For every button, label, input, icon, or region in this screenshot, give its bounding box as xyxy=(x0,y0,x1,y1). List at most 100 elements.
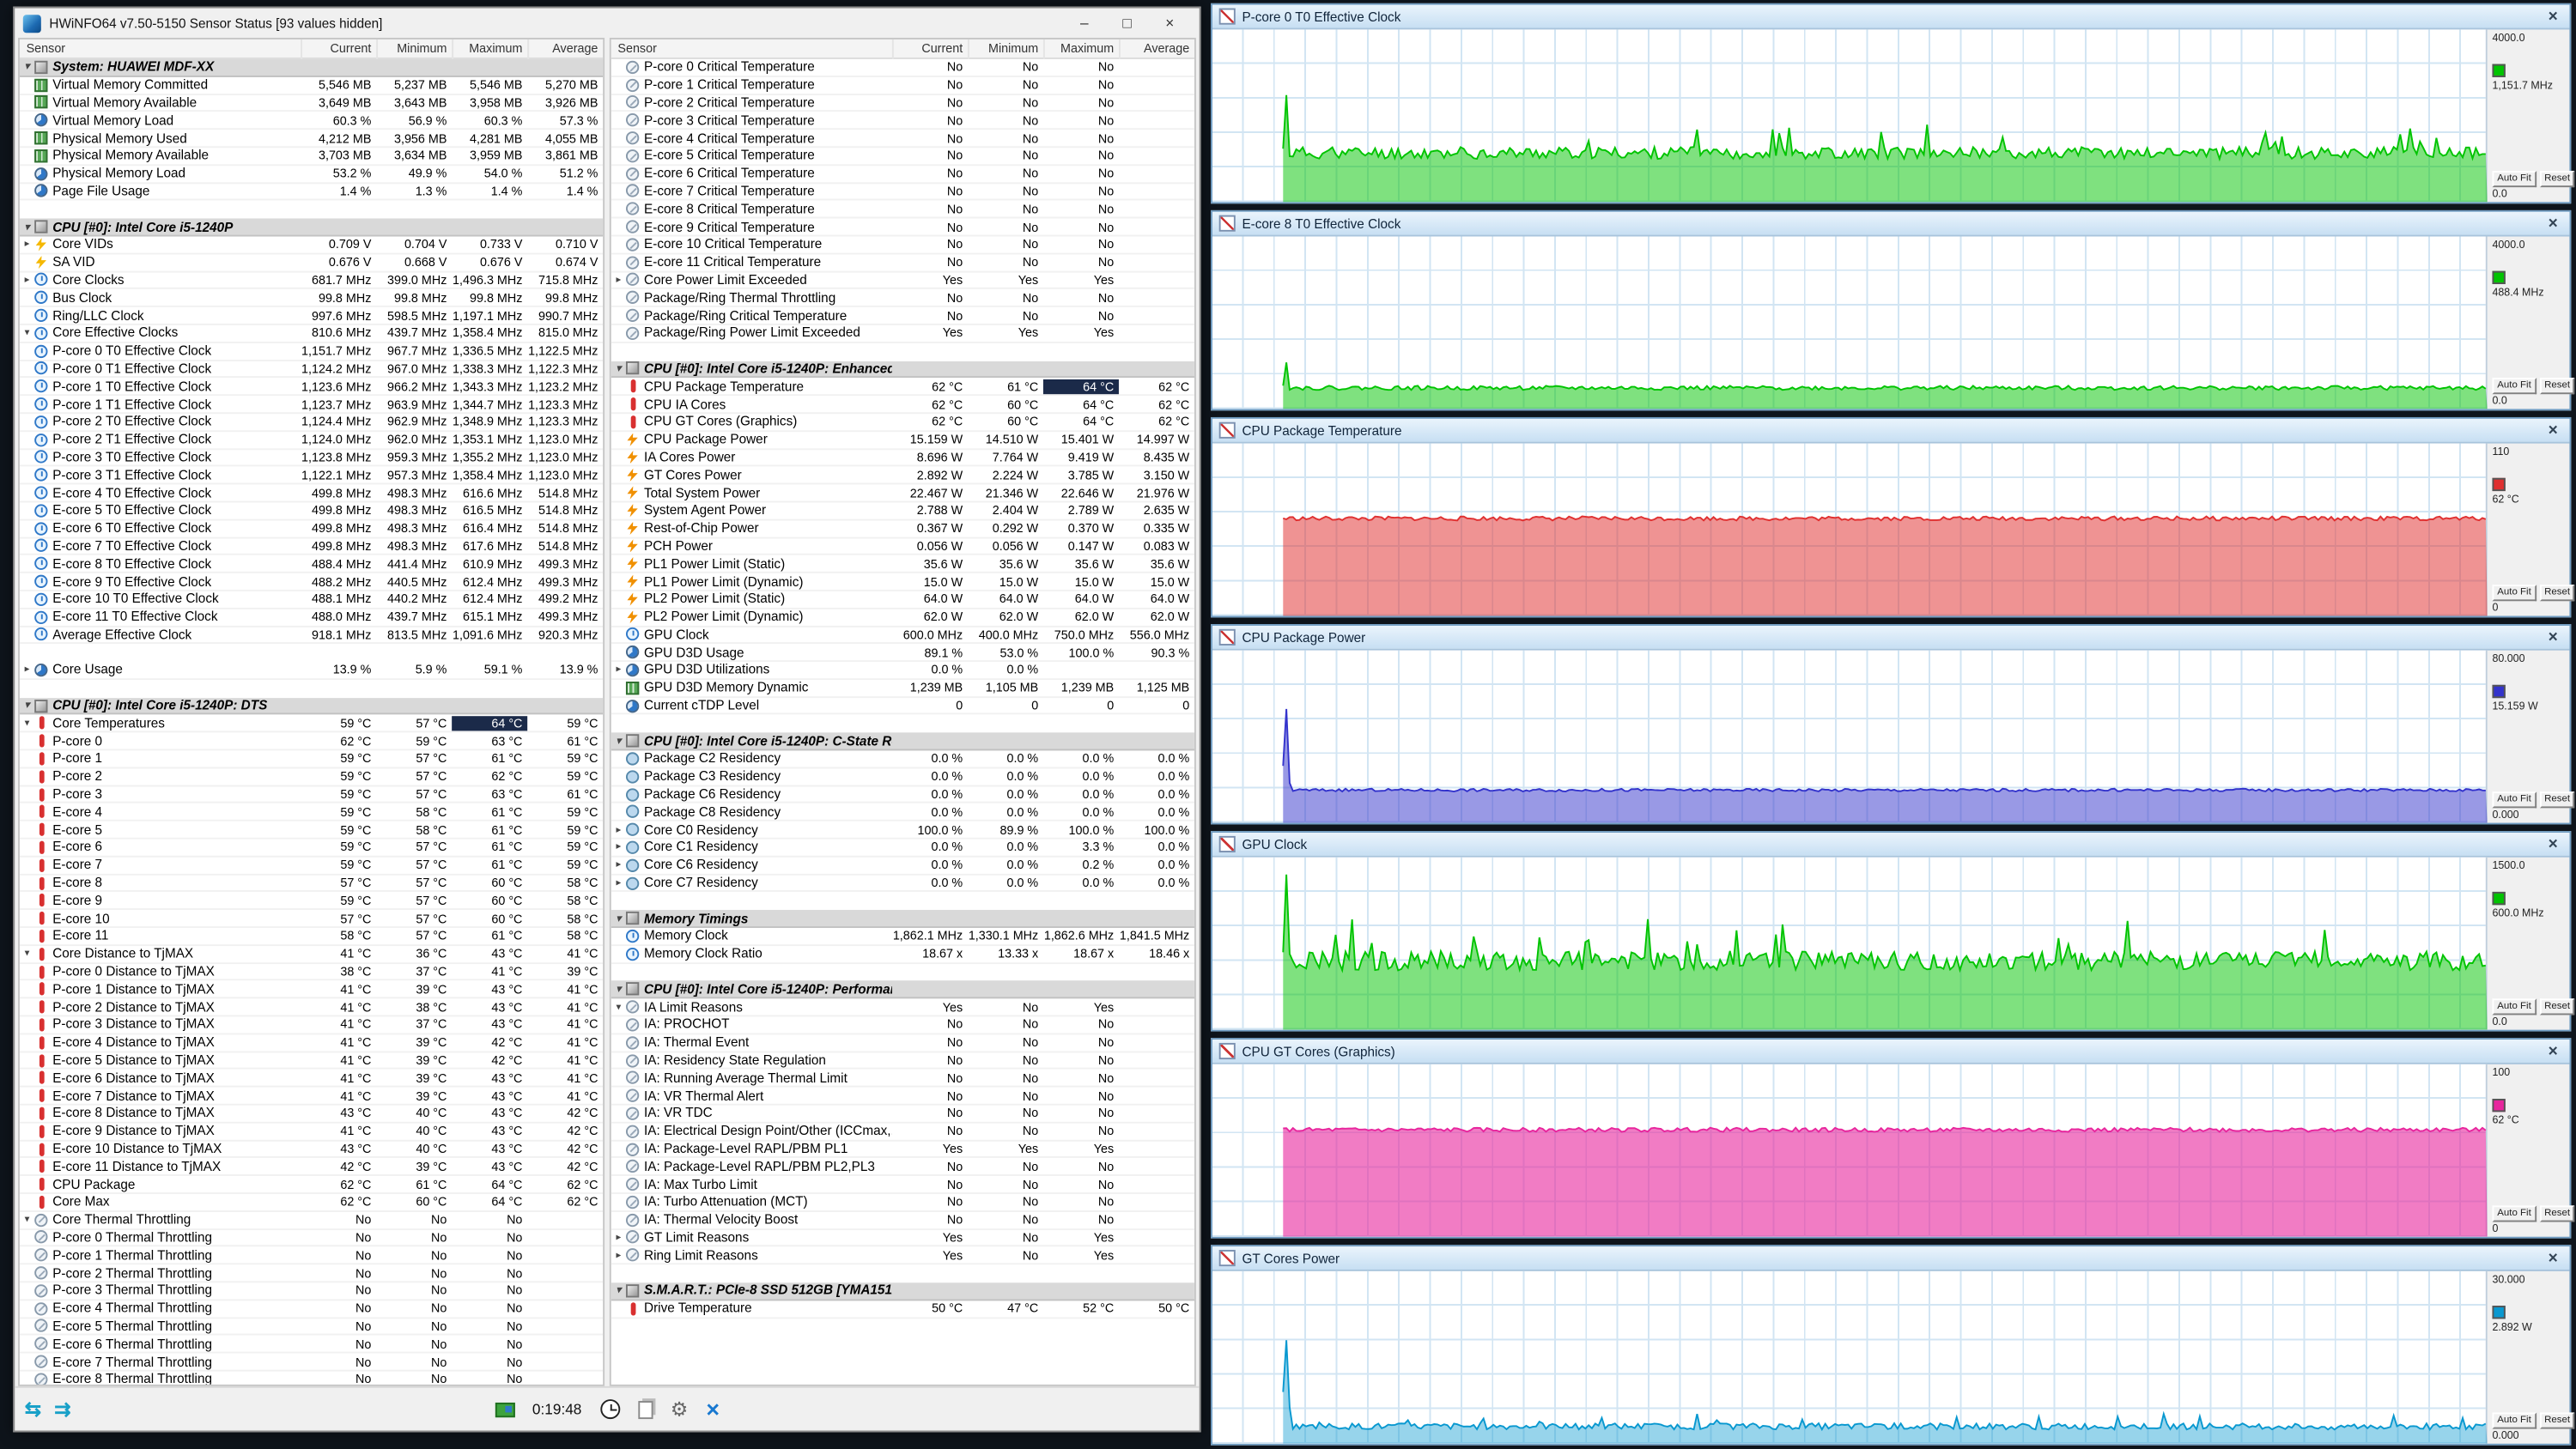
sensor-row[interactable]: E-core 11 Critical TemperatureNoNoNo xyxy=(611,254,1194,272)
sensor-row[interactable]: Current cTDP Level0000 xyxy=(611,698,1194,716)
clock-icon[interactable] xyxy=(599,1399,619,1419)
minimize-icon[interactable]: – xyxy=(1063,10,1106,35)
sensor-row[interactable]: Package C8 Residency0.0 %0.0 %0.0 %0.0 % xyxy=(611,804,1194,822)
section-row[interactable]: ▾Memory Timings xyxy=(611,910,1194,928)
reset-button[interactable]: Reset xyxy=(2539,1205,2574,1222)
sensor-row[interactable]: IA: Package-Level RAPL/PBM PL2,PL3NoNoNo xyxy=(611,1159,1194,1177)
collapse-icon[interactable]: ▾ xyxy=(20,221,34,232)
sensor-row[interactable]: P-core 0 Critical TemperatureNoNoNo xyxy=(611,59,1194,77)
sensor-row[interactable]: ▸Core C6 Residency0.0 %0.0 %0.2 %0.0 % xyxy=(611,857,1194,875)
sensor-row[interactable]: IA: Running Average Thermal LimitNoNoNo xyxy=(611,1070,1194,1088)
section-row[interactable]: ▾CPU [#0]: Intel Core i5-1240P: DTS xyxy=(20,698,603,716)
close-icon[interactable]: × xyxy=(2543,628,2563,646)
section-row[interactable]: ▾CPU [#0]: Intel Core i5-1240P xyxy=(20,219,603,237)
expand-icon[interactable]: ▸ xyxy=(20,664,34,676)
reset-button[interactable]: Reset xyxy=(2539,378,2574,394)
sensor-row[interactable]: P-core 2 T1 Effective Clock1,124.0 MHz96… xyxy=(20,432,603,450)
sensor-row[interactable]: P-core 1 Distance to TjMAX41 °C39 °C43 °… xyxy=(20,981,603,999)
sensor-row[interactable]: E-core 10 Critical TemperatureNoNoNo xyxy=(611,236,1194,254)
sensor-row[interactable]: ▸Ring Limit ReasonsYesNoYes xyxy=(611,1247,1194,1265)
sensor-row[interactable]: E-core 659 °C57 °C61 °C59 °C xyxy=(20,840,603,858)
close-icon[interactable]: × xyxy=(2543,1042,2563,1060)
sensor-row[interactable]: ▸Core Power Limit ExceededYesYesYes xyxy=(611,272,1194,290)
sensor-row[interactable]: E-core 4 Thermal ThrottlingNoNoNo xyxy=(20,1300,603,1319)
sensor-row[interactable]: E-core 7 T0 Effective Clock499.8 MHz498.… xyxy=(20,538,603,556)
column-header-minimum[interactable]: Minimum xyxy=(376,39,452,58)
expand-icon[interactable]: ▸ xyxy=(611,1250,626,1261)
sensor-row[interactable]: E-core 9 T0 Effective Clock488.2 MHz440.… xyxy=(20,573,603,591)
sensor-row[interactable]: GT Cores Power2.892 W2.224 W3.785 W3.150… xyxy=(611,467,1194,485)
expand-icon[interactable]: ▸ xyxy=(611,274,626,285)
sensor-row[interactable]: GPU D3D Memory Dynamic1,239 MB1,105 MB1,… xyxy=(611,680,1194,698)
sensor-row[interactable]: GPU D3D Usage89.1 %53.0 %100.0 %90.3 % xyxy=(611,645,1194,663)
sensor-row[interactable]: Package/Ring Critical TemperatureNoNoNo xyxy=(611,307,1194,325)
sensor-row[interactable]: E-core 9 Critical TemperatureNoNoNo xyxy=(611,219,1194,237)
sensor-row[interactable]: IA: Package-Level RAPL/PBM PL1YesYesYes xyxy=(611,1141,1194,1159)
sensor-row[interactable]: IA: Turbo Attenuation (MCT)NoNoNo xyxy=(611,1194,1194,1212)
window-titlebar[interactable]: HWiNFO64 v7.50-5150 Sensor Status [93 va… xyxy=(15,9,1199,38)
sensor-row[interactable]: P-core 0 Thermal ThrottlingNoNoNo xyxy=(20,1229,603,1247)
sensor-row[interactable]: E-core 10 Distance to TjMAX43 °C40 °C43 … xyxy=(20,1141,603,1159)
sensor-row[interactable]: E-core 1057 °C57 °C60 °C58 °C xyxy=(20,910,603,928)
sensor-row[interactable]: P-core 1 Critical TemperatureNoNoNo xyxy=(611,77,1194,95)
graph-titlebar[interactable]: CPU GT Cores (Graphics)× xyxy=(1212,1040,2569,1064)
nav-previous-icon[interactable]: ⇆ xyxy=(25,1397,41,1421)
sensor-row[interactable]: E-core 4 Critical TemperatureNoNoNo xyxy=(611,130,1194,149)
sensor-row[interactable]: ▸Core C7 Residency0.0 %0.0 %0.0 %0.0 % xyxy=(611,875,1194,893)
sensor-row[interactable]: E-core 11 T0 Effective Clock488.0 MHz439… xyxy=(20,609,603,627)
column-header-maximum[interactable]: Maximum xyxy=(1043,39,1119,58)
column-header-minimum[interactable]: Minimum xyxy=(968,39,1043,58)
sensor-row[interactable]: E-core 5 Thermal ThrottlingNoNoNo xyxy=(20,1319,603,1337)
sensor-row[interactable]: ▸Core Clocks681.7 MHz399.0 MHz1,496.3 MH… xyxy=(20,272,603,290)
sensor-row[interactable]: PL1 Power Limit (Static)35.6 W35.6 W35.6… xyxy=(611,555,1194,573)
sensor-row[interactable]: Virtual Memory Load60.3 %56.9 %60.3 %57.… xyxy=(20,112,603,130)
auto-fit-button[interactable]: Auto Fit xyxy=(2492,1205,2536,1222)
auto-fit-button[interactable]: Auto Fit xyxy=(2492,171,2536,187)
sensor-row[interactable]: ▾Core Temperatures59 °C57 °C64 °C59 °C xyxy=(20,715,603,733)
graph-titlebar[interactable]: CPU Package Power× xyxy=(1212,626,2569,651)
sensor-row[interactable]: SA VID0.676 V0.668 V0.676 V0.674 V xyxy=(20,254,603,272)
sensor-row[interactable]: P-core 2 Distance to TjMAX41 °C38 °C43 °… xyxy=(20,999,603,1017)
section-row[interactable]: ▾S.M.A.R.T.: PCIe-8 SSD 512GB [YMA1512IA… xyxy=(611,1282,1194,1300)
sensor-row[interactable]: E-core 8 Distance to TjMAX43 °C40 °C43 °… xyxy=(20,1106,603,1124)
sensor-row[interactable]: IA: VR Thermal AlertNoNoNo xyxy=(611,1088,1194,1106)
sensor-row[interactable]: E-core 10 T0 Effective Clock488.1 MHz440… xyxy=(20,591,603,609)
sensor-row[interactable]: Package C6 Residency0.0 %0.0 %0.0 %0.0 % xyxy=(611,786,1194,804)
sensor-row[interactable]: CPU Package62 °C61 °C64 °C62 °C xyxy=(20,1176,603,1194)
sensor-row[interactable]: IA: Thermal EventNoNoNo xyxy=(611,1034,1194,1052)
collapse-icon[interactable]: ▾ xyxy=(20,327,34,338)
sensor-row[interactable]: Virtual Memory Available3,649 MB3,643 MB… xyxy=(20,94,603,112)
expand-icon[interactable]: ▸ xyxy=(611,824,626,835)
sensor-row[interactable]: CPU Package Temperature62 °C61 °C64 °C62… xyxy=(611,379,1194,397)
sensor-row[interactable]: CPU IA Cores62 °C60 °C64 °C62 °C xyxy=(611,396,1194,414)
sensor-row[interactable]: P-core 3 Thermal ThrottlingNoNoNo xyxy=(20,1282,603,1300)
sensor-row[interactable]: Package/Ring Thermal ThrottlingNoNoNo xyxy=(611,289,1194,307)
nav-next-icon[interactable]: ⇉ xyxy=(54,1397,70,1421)
sensor-row[interactable]: E-core 8 Thermal ThrottlingNoNoNo xyxy=(20,1372,603,1385)
sensor-row[interactable]: P-core 2 T0 Effective Clock1,124.4 MHz96… xyxy=(20,414,603,432)
sensor-row[interactable]: Core Max62 °C60 °C64 °C62 °C xyxy=(20,1194,603,1212)
sensor-row[interactable]: PL2 Power Limit (Static)64.0 W64.0 W64.0… xyxy=(611,591,1194,609)
collapse-icon[interactable]: ▾ xyxy=(611,984,626,995)
section-row[interactable]: ▾CPU [#0]: Intel Core i5-1240P: Enhanced xyxy=(611,361,1194,379)
sensor-row[interactable]: GPU Clock600.0 MHz400.0 MHz750.0 MHz556.… xyxy=(611,627,1194,645)
sensor-row[interactable]: E-core 459 °C58 °C61 °C59 °C xyxy=(20,804,603,822)
column-header-sensor[interactable]: Sensor xyxy=(20,41,301,56)
sensor-row[interactable]: IA: Max Turbo LimitNoNoNo xyxy=(611,1176,1194,1194)
sensor-row[interactable]: E-core 8 T0 Effective Clock488.4 MHz441.… xyxy=(20,555,603,573)
graph-titlebar[interactable]: GPU Clock× xyxy=(1212,833,2569,858)
reset-button[interactable]: Reset xyxy=(2539,1412,2574,1428)
section-row[interactable]: ▾System: HUAWEI MDF-XX xyxy=(20,59,603,77)
auto-fit-button[interactable]: Auto Fit xyxy=(2492,585,2536,601)
reset-button[interactable]: Reset xyxy=(2539,791,2574,808)
sensor-row[interactable]: Package C2 Residency0.0 %0.0 %0.0 %0.0 % xyxy=(611,751,1194,769)
sensor-row[interactable]: P-core 359 °C57 °C63 °C61 °C xyxy=(20,786,603,804)
sensor-row[interactable]: E-core 7 Thermal ThrottlingNoNoNo xyxy=(20,1354,603,1372)
settings-gear-icon[interactable]: ⚙ xyxy=(671,1399,689,1419)
sensor-row[interactable]: P-core 0 T1 Effective Clock1,124.2 MHz96… xyxy=(20,361,603,379)
sensor-row[interactable]: E-core 5 Critical TemperatureNoNoNo xyxy=(611,148,1194,166)
sensor-row[interactable]: E-core 959 °C57 °C60 °C58 °C xyxy=(20,893,603,911)
column-header-current[interactable]: Current xyxy=(301,39,376,58)
column-header-average[interactable]: Average xyxy=(527,39,603,58)
close-icon[interactable]: × xyxy=(2543,421,2563,440)
